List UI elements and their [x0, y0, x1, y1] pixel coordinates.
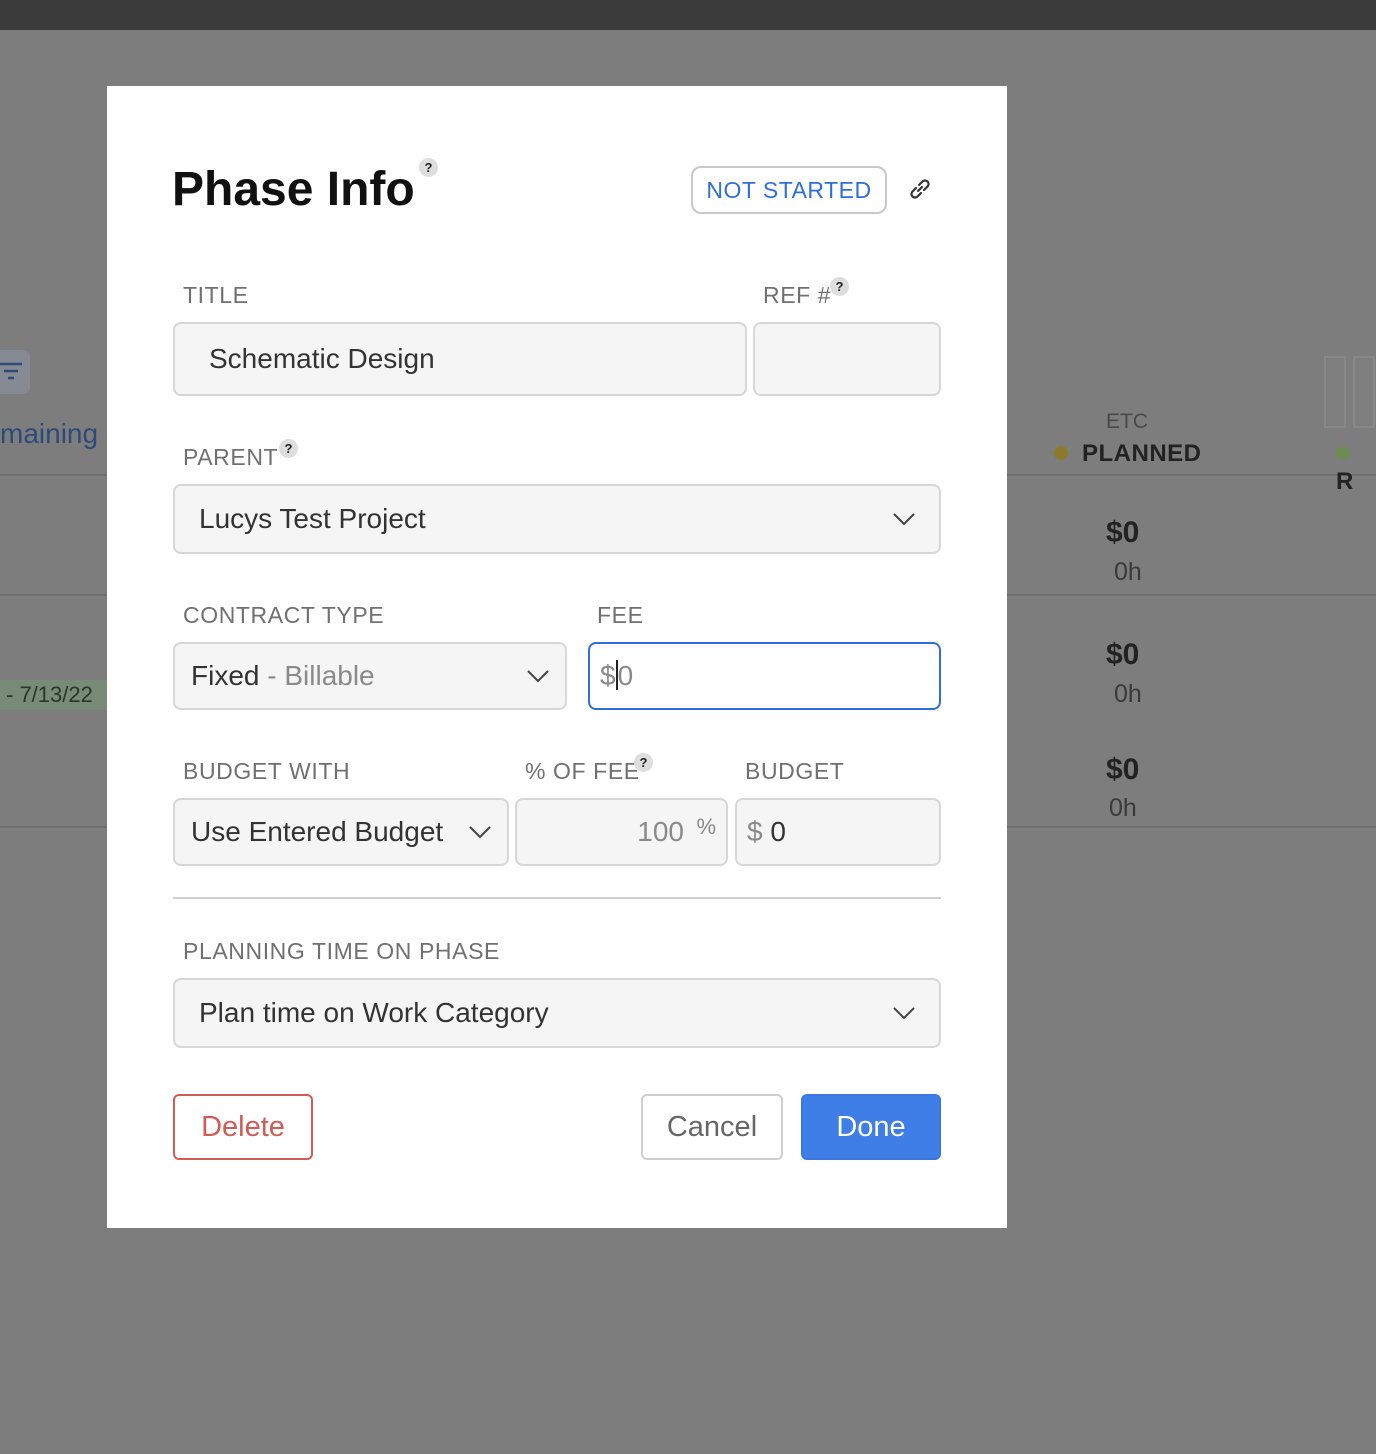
parent-label: PARENT — [183, 444, 279, 470]
row-divider — [1007, 474, 1376, 476]
section-divider — [173, 897, 941, 899]
top-bar — [0, 0, 1376, 30]
parent-select[interactable]: Lucys Test Project — [173, 484, 941, 554]
parent-help-icon[interactable]: ? — [279, 439, 298, 458]
modal-title: Phase Info — [172, 163, 415, 216]
column-handle[interactable] — [1324, 356, 1346, 428]
planned-dot-icon — [1054, 446, 1068, 460]
planning-time-select[interactable]: Plan time on Work Category — [173, 978, 941, 1048]
ref-label: REF # — [763, 282, 832, 308]
pct-of-fee-input[interactable]: 100 % — [515, 798, 728, 866]
delete-button[interactable]: Delete — [173, 1094, 313, 1160]
filter-icon — [0, 362, 22, 380]
title-input[interactable]: Schematic Design — [173, 322, 747, 396]
pct-of-fee-help-icon[interactable]: ? — [634, 753, 653, 772]
phase-info-modal: Phase Info ? NOT STARTED TITLE Schematic… — [107, 86, 1007, 1228]
contract-type-select[interactable]: Fixed - Billable — [173, 642, 567, 710]
planning-time-label: PLANNING TIME ON PHASE — [183, 938, 500, 964]
help-icon[interactable]: ? — [419, 158, 438, 177]
title-input-value: Schematic Design — [209, 343, 435, 374]
ref-input[interactable] — [753, 322, 941, 396]
link-icon[interactable] — [905, 174, 935, 204]
chevron-down-icon — [527, 670, 549, 683]
fee-input-value: $0 — [600, 660, 634, 691]
done-button[interactable]: Done — [801, 1094, 941, 1160]
budget-input-value: $ 0 — [747, 816, 786, 847]
contract-type-value: Fixed - Billable — [191, 660, 375, 691]
etc-header: ETC — [1106, 410, 1148, 433]
column-handle[interactable] — [1353, 356, 1375, 428]
row-divider — [0, 594, 107, 596]
planned-hours: 0h — [1114, 680, 1142, 708]
r-header: R — [1336, 440, 1376, 496]
chevron-down-icon — [893, 513, 915, 526]
r-dot-icon — [1336, 446, 1350, 460]
percent-unit: % — [696, 814, 716, 839]
ref-help-icon[interactable]: ? — [830, 277, 849, 296]
filter-button[interactable] — [0, 350, 30, 394]
remaining-column-header[interactable]: maining — [0, 418, 98, 450]
planned-amount: $0 — [1106, 516, 1140, 549]
chevron-down-icon — [469, 826, 491, 839]
parent-select-value: Lucys Test Project — [199, 503, 426, 534]
row-divider — [0, 826, 107, 828]
planned-amount: $0 — [1106, 638, 1140, 671]
row-divider — [1007, 826, 1376, 828]
planning-time-value: Plan time on Work Category — [199, 997, 549, 1028]
contract-type-label: CONTRACT TYPE — [183, 602, 385, 628]
status-badge[interactable]: NOT STARTED — [691, 166, 887, 214]
chevron-down-icon — [893, 1007, 915, 1020]
row-divider — [1007, 594, 1376, 596]
planned-header: PLANNED — [1054, 440, 1202, 468]
fee-input[interactable]: $0 — [588, 642, 941, 710]
budget-input[interactable]: $ 0 — [735, 798, 941, 866]
pct-of-fee-label: % OF FEE — [525, 758, 640, 784]
budget-with-select[interactable]: Use Entered Budget — [173, 798, 509, 866]
budget-with-label: BUDGET WITH — [183, 758, 351, 784]
planned-hours: 0h — [1114, 558, 1142, 586]
planned-amount: $0 — [1106, 753, 1140, 786]
pct-of-fee-value: 100 — [637, 816, 684, 847]
title-label: TITLE — [183, 282, 249, 308]
budget-label: BUDGET — [745, 758, 845, 784]
date-badge: - 7/13/22 — [0, 680, 110, 710]
planned-hours: 0h — [1109, 794, 1137, 822]
cancel-button[interactable]: Cancel — [641, 1094, 783, 1160]
budget-with-value: Use Entered Budget — [191, 816, 444, 847]
fee-label: FEE — [597, 602, 644, 628]
row-divider — [0, 474, 107, 476]
